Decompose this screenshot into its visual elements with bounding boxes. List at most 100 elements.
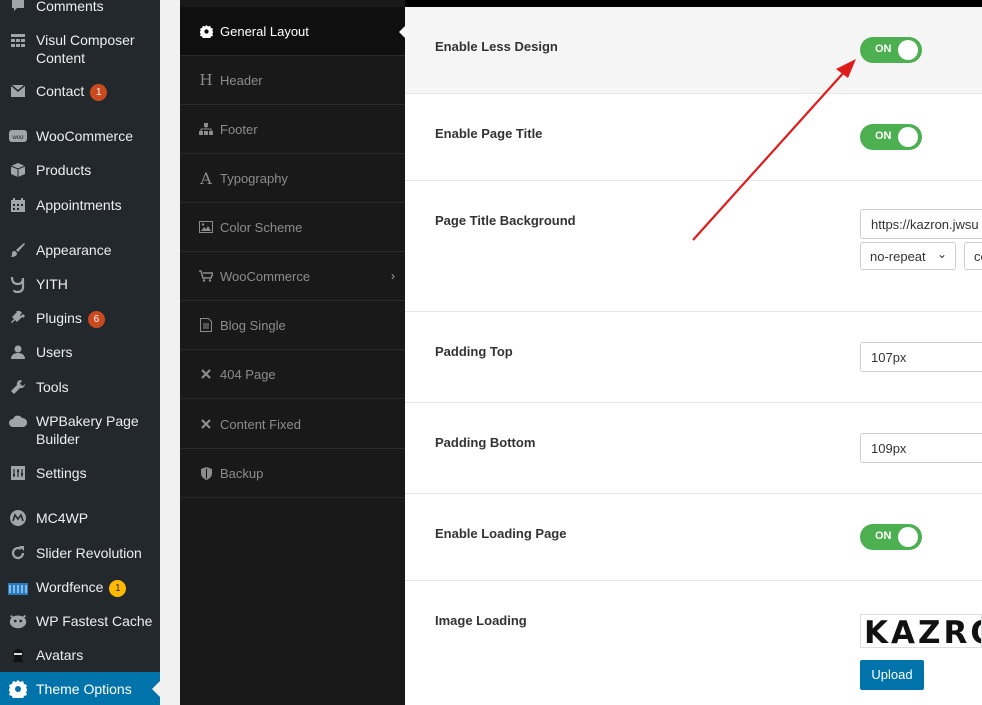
settings-sliders-icon	[8, 464, 28, 482]
font-a-icon: A	[200, 168, 212, 188]
tab-content-fixed[interactable]: Content Fixed	[180, 400, 405, 449]
menu-label: Visul Composer Content	[36, 32, 135, 66]
settings-panel: Enable Less Design ON Enable Page Title …	[405, 7, 982, 705]
tab-label: Content Fixed	[220, 416, 301, 432]
wp-admin-sidebar: Comments Visul Composer Content Contact 1…	[0, 0, 160, 705]
times-icon	[198, 369, 214, 379]
tab-404-page[interactable]: 404 Page	[180, 350, 405, 399]
menu-wp-fastest-cache[interactable]: WP Fastest Cache	[0, 612, 160, 632]
setting-label: Enable Less Design	[435, 39, 558, 54]
menu-contact[interactable]: Contact 1	[0, 82, 160, 102]
menu-label: Avatars	[36, 647, 84, 663]
menu-plugins[interactable]: Plugins 6	[0, 309, 160, 329]
ninja-icon	[8, 646, 28, 664]
menu-wpbakery[interactable]: WPBakery Page Builder	[0, 412, 160, 448]
calendar-icon	[8, 196, 28, 214]
shield-icon	[198, 466, 214, 480]
menu-products[interactable]: Products	[0, 161, 160, 181]
gear-icon	[8, 680, 28, 698]
menu-label: Slider Revolution	[36, 545, 142, 561]
setting-image-loading: Image Loading KAZRON Upload	[405, 581, 982, 705]
setting-label: Enable Page Title	[435, 126, 543, 141]
menu-label: Tools	[36, 379, 69, 395]
menu-avatars[interactable]: Avatars	[0, 646, 160, 666]
menu-label: Appearance	[36, 242, 112, 258]
logo-text: KAZRON	[864, 615, 981, 648]
woocommerce-icon: woo	[8, 127, 28, 145]
times-icon	[198, 419, 214, 429]
tab-color-scheme[interactable]: Color Scheme	[180, 203, 405, 252]
menu-users[interactable]: Users	[0, 343, 160, 363]
tab-blog-single[interactable]: Blog Single	[180, 301, 405, 350]
menu-mc4wp[interactable]: MC4WP	[0, 509, 160, 529]
setting-label: Padding Bottom	[435, 435, 536, 450]
tab-label: Backup	[220, 465, 264, 481]
tab-label: Color Scheme	[220, 219, 303, 235]
menu-appearance[interactable]: Appearance	[0, 241, 160, 261]
tab-header[interactable]: H Header	[180, 56, 405, 105]
padding-top-input[interactable]: 107px	[860, 342, 982, 372]
active-indicator	[152, 681, 160, 697]
toggle-state: ON	[875, 130, 892, 142]
select-value: no-repeat	[870, 249, 926, 264]
toggle-switch[interactable]: ON	[860, 37, 922, 63]
menu-woocommerce[interactable]: woo WooCommerce	[0, 127, 160, 147]
background-url-input[interactable]: https://kazron.jwsu	[860, 209, 982, 239]
toggle-state: ON	[875, 530, 892, 542]
yith-icon	[8, 275, 28, 293]
top-bar	[405, 0, 982, 7]
menu-theme-options[interactable]: Theme Options	[0, 672, 160, 705]
svg-text:woo: woo	[11, 135, 24, 141]
setting-padding-bottom: Padding Bottom 109px	[405, 403, 982, 494]
tab-footer[interactable]: Footer	[180, 105, 405, 154]
tab-woocommerce[interactable]: WooCommerce ›	[180, 252, 405, 301]
tab-backup[interactable]: Backup	[180, 449, 405, 498]
tab-label: Footer	[220, 121, 258, 137]
menu-label: Appointments	[36, 197, 122, 213]
wordfence-icon	[8, 578, 28, 596]
chevron-right-icon: ›	[391, 269, 395, 283]
menu-label: Theme Options	[36, 681, 132, 697]
tab-label: 404 Page	[220, 366, 276, 382]
setting-label: Padding Top	[435, 344, 513, 359]
menu-visul-composer-content[interactable]: Visul Composer Content	[0, 31, 160, 67]
setting-padding-top: Padding Top 107px	[405, 312, 982, 403]
image-icon	[198, 221, 214, 233]
sitemap-icon	[198, 123, 214, 135]
toggle-knob	[898, 127, 918, 147]
tab-typography[interactable]: A Typography	[180, 154, 405, 203]
setting-enable-page-title: Enable Page Title ON	[405, 94, 982, 181]
user-icon	[8, 343, 28, 361]
toggle-switch[interactable]: ON	[860, 524, 922, 550]
menu-appointments[interactable]: Appointments	[0, 196, 160, 216]
mc4wp-icon	[8, 509, 28, 527]
setting-enable-less-design: Enable Less Design ON	[405, 7, 982, 94]
menu-yith[interactable]: YITH	[0, 275, 160, 295]
menu-label: YITH	[36, 276, 68, 292]
refresh-icon	[8, 544, 28, 562]
background-size-select[interactable]: co	[964, 242, 982, 270]
toggle-switch[interactable]: ON	[860, 124, 922, 150]
upload-button[interactable]: Upload	[860, 660, 924, 690]
setting-label: Image Loading	[435, 613, 527, 628]
plug-icon	[8, 309, 28, 327]
menu-settings[interactable]: Settings	[0, 464, 160, 484]
wrench-icon	[8, 378, 28, 396]
admin-page: Comments Visul Composer Content Contact 1…	[0, 0, 982, 705]
menu-comments[interactable]: Comments	[0, 0, 160, 15]
menu-label: Contact 1	[36, 82, 154, 101]
toggle-knob	[898, 527, 918, 547]
chevron-down-icon: ⌄	[936, 247, 947, 261]
background-repeat-select[interactable]: no-repeat ⌄	[860, 242, 956, 270]
menu-wordfence[interactable]: Wordfence 1	[0, 578, 160, 598]
setting-enable-loading-page: Enable Loading Page ON	[405, 494, 982, 581]
menu-label: Wordfence 1	[36, 578, 154, 597]
grid-icon	[8, 31, 28, 49]
menu-slider-revolution[interactable]: Slider Revolution	[0, 544, 160, 564]
theme-options-nav: General Layout H Header Footer A Typogra…	[180, 0, 405, 705]
menu-tools[interactable]: Tools	[0, 378, 160, 398]
setting-label: Enable Loading Page	[435, 526, 567, 541]
tab-general-layout[interactable]: General Layout	[180, 7, 405, 56]
menu-label: Comments	[36, 0, 104, 14]
padding-bottom-input[interactable]: 109px	[860, 433, 982, 463]
